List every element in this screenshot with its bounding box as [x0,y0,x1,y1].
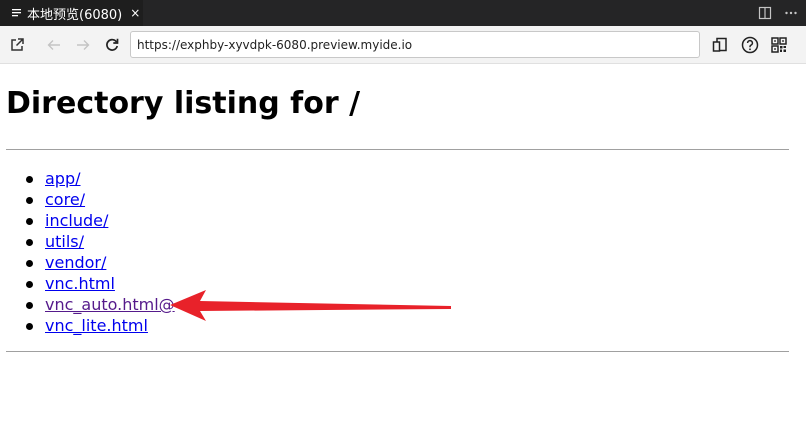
divider-top [6,149,789,150]
list-item: include/ [0,210,175,231]
directory-listing: app/ core/ include/ utils/ vendor/ vnc.h… [0,168,175,336]
divider-bottom [6,351,789,352]
url-input[interactable] [130,31,700,58]
more-actions-icon[interactable] [784,6,798,20]
reload-icon[interactable] [102,35,122,55]
annotation-arrow-icon [170,290,451,321]
entry-link-vnc-lite-html[interactable]: vnc_lite.html [45,316,148,335]
devices-icon[interactable] [710,35,730,55]
entry-link-app[interactable]: app/ [45,169,81,188]
entry-link-utils[interactable]: utils/ [45,232,84,251]
tabbar-actions [758,0,798,26]
list-item: vnc_auto.html@ [0,294,175,315]
document-icon [12,9,21,17]
list-item: utils/ [0,231,175,252]
qr-code-icon[interactable] [769,35,789,55]
entry-link-vnc-auto-html[interactable]: vnc_auto.html@ [45,295,175,314]
preview-page: Directory listing for / app/ core/ inclu… [0,64,806,442]
browser-toolbar [0,26,806,64]
open-external-icon[interactable] [7,35,27,55]
tab-title: 本地预览(6080) [27,7,123,23]
entry-link-vendor[interactable]: vendor/ [45,253,106,272]
entry-link-vnc-html[interactable]: vnc.html [45,274,115,293]
list-item: vnc_lite.html [0,315,175,336]
split-editor-icon[interactable] [758,6,772,20]
entry-link-include[interactable]: include/ [45,211,108,230]
close-icon[interactable]: × [130,6,140,20]
back-icon[interactable] [44,35,64,55]
help-icon[interactable] [740,35,760,55]
entry-link-core[interactable]: core/ [45,190,85,209]
list-item: app/ [0,168,175,189]
tab-strip: 本地预览(6080) × [0,0,806,26]
list-item: vendor/ [0,252,175,273]
forward-icon[interactable] [73,35,93,55]
list-item: vnc.html [0,273,175,294]
page-title: Directory listing for / [6,86,361,121]
list-item: core/ [0,189,175,210]
tab-preview[interactable]: 本地预览(6080) × [0,0,143,26]
